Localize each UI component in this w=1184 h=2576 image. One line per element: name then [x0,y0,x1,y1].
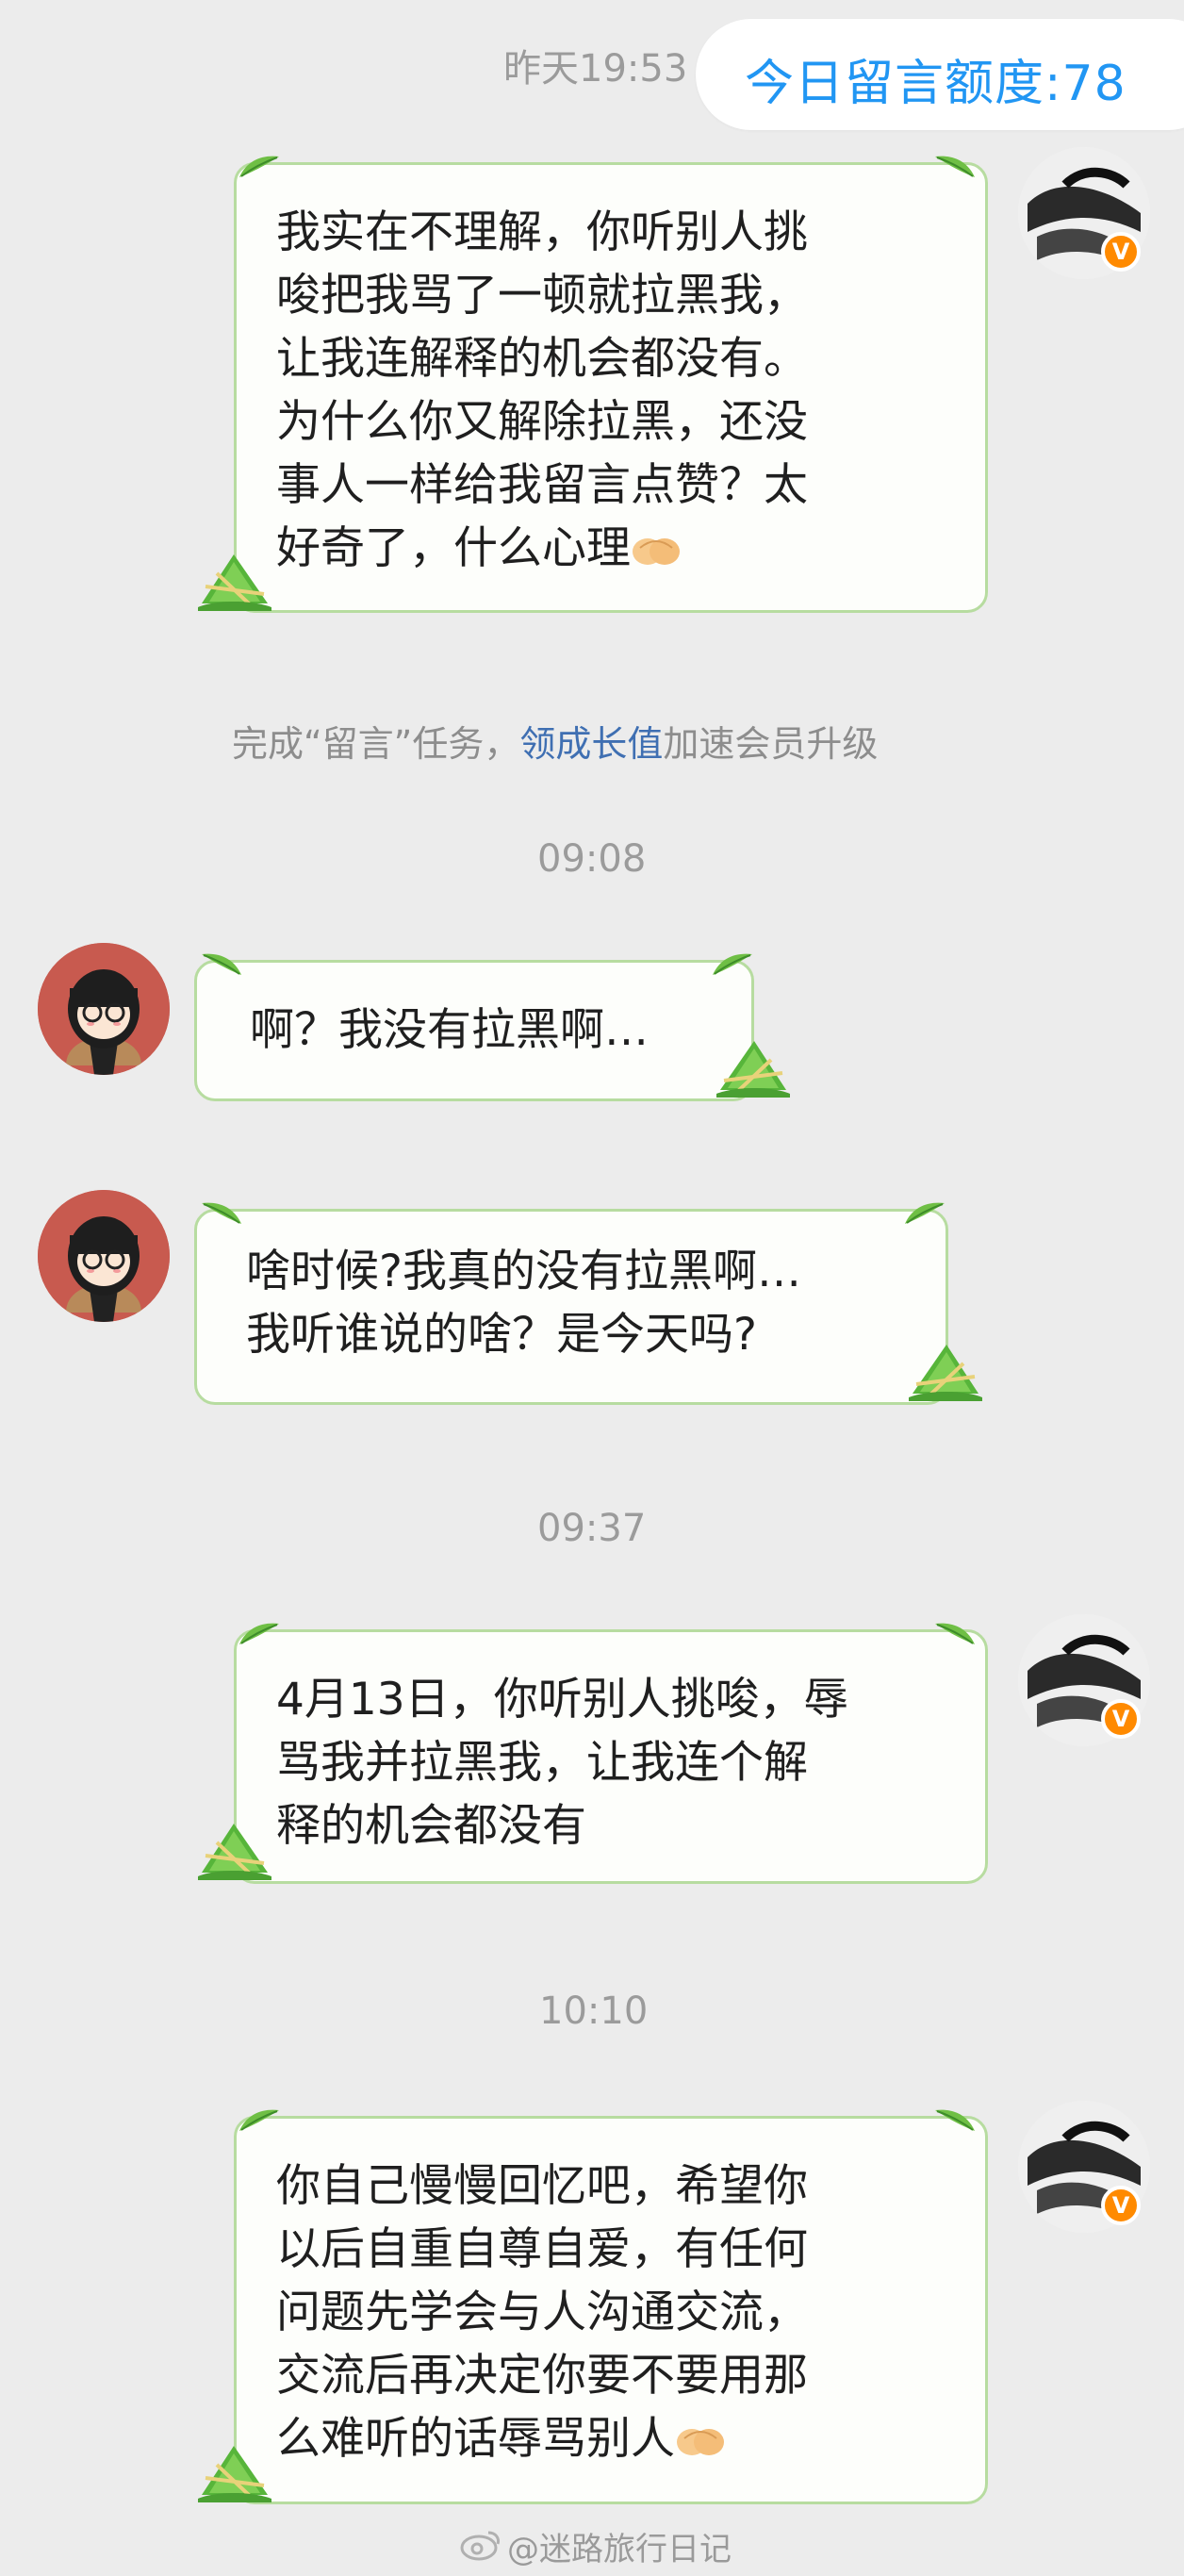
message-bubble-3[interactable]: 啥时候?我真的没有拉黑啊… 我听谁说的啥？是今天吗? [194,1209,948,1405]
watermark: @迷路旅行日记 [507,2531,732,2568]
weibo-logo-icon [460,2531,500,2561]
message-bubble-4[interactable]: 4月13日，你听别人挑唆，辱 骂我并拉黑我，让我连个解 释的机会都没有 [234,1629,988,1884]
message-bubble-2[interactable]: 啊？我没有拉黑啊… [194,960,754,1101]
ok-hand-icon [675,2419,726,2459]
message-text-5: 你自己慢慢回忆吧，希望你 以后自重自尊自爱，有任何 问题先学会与人沟通交流， 交… [276,2160,808,2465]
zongzi-icon [907,1339,984,1405]
ok-hand-icon [631,529,682,569]
bamboo-leaf-icon [238,153,281,179]
verified-badge-icon: V [1101,232,1141,272]
bamboo-leaf-icon [200,1199,243,1226]
message-text-3: 啥时候?我真的没有拉黑啊… 我听谁说的啥？是今天吗? [246,1246,801,1361]
message-text-4: 4月13日，你听别人挑唆，辱 骂我并拉黑我，让我连个解 释的机会都没有 [276,1674,848,1852]
zongzi-icon [196,549,273,615]
avatar-recipient[interactable] [38,943,170,1075]
message-text-2: 啊？我没有拉黑啊… [250,1004,649,1056]
verified-badge-icon: V [1101,2186,1141,2225]
timestamp-0908: 09:08 [537,837,647,881]
timestamp-1010: 10:10 [539,1990,649,2033]
bamboo-leaf-icon [711,950,754,977]
zongzi-icon [196,2440,273,2506]
message-bubble-1[interactable]: 我实在不理解，你听别人挑 唆把我骂了一顿就拉黑我， 让我连解释的机会都没有。 为… [234,162,988,613]
bamboo-leaf-icon [933,2106,977,2133]
bamboo-leaf-icon [933,1620,977,1646]
bamboo-leaf-icon [903,1199,946,1226]
bamboo-leaf-icon [200,950,243,977]
yesterday-timestamp: 昨天19:53 [503,47,688,91]
bamboo-leaf-icon [238,2106,281,2133]
message-bubble-5[interactable]: 你自己慢慢回忆吧，希望你 以后自重自尊自爱，有任何 问题先学会与人沟通交流， 交… [234,2116,988,2504]
zongzi-icon [715,1035,792,1101]
zongzi-icon [196,1818,273,1884]
verified-badge-icon: V [1101,1699,1141,1739]
timestamp-0937: 09:37 [537,1507,647,1550]
bamboo-leaf-icon [238,1620,281,1646]
quota-label[interactable]: 今日留言额度:78 [745,43,1126,114]
growth-value-link[interactable]: 领成长值 [519,723,663,765]
bamboo-leaf-icon [933,153,977,179]
avatar-recipient[interactable] [38,1190,170,1322]
system-note: 完成“留言”任务，领成长值加速会员升级 [232,723,879,765]
message-text-1: 我实在不理解，你听别人挑 唆把我骂了一顿就拉黑我， 让我连解释的机会都没有。 为… [276,206,808,574]
